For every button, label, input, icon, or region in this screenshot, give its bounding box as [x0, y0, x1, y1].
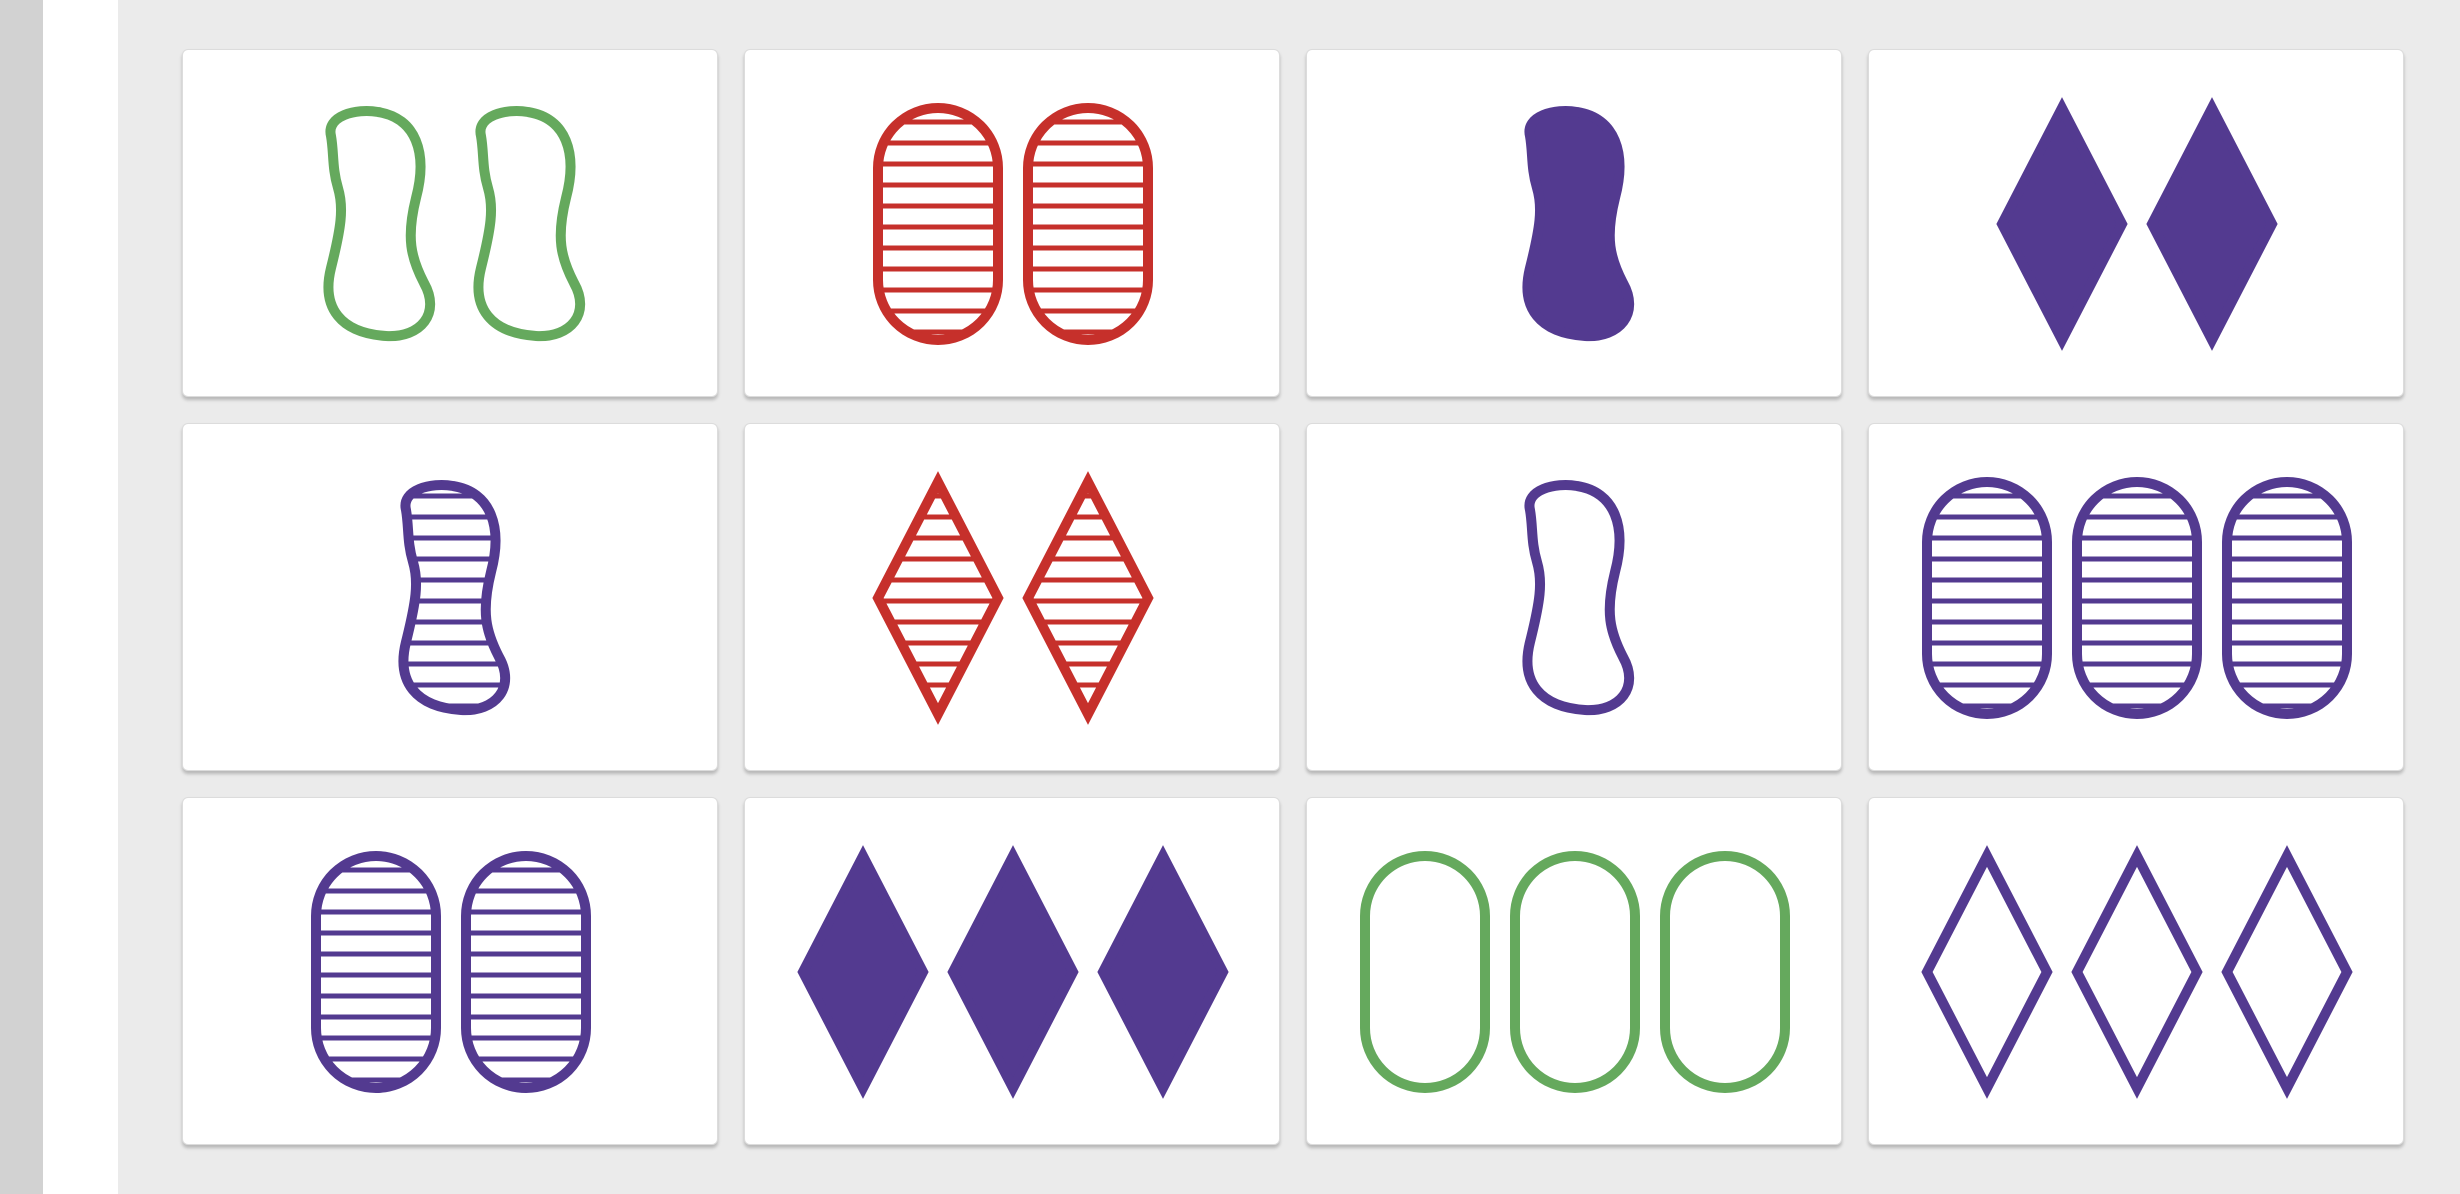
squiggle-shape: [1522, 106, 1635, 342]
diamond-shape: [1921, 845, 2053, 1099]
set-card[interactable]: [1868, 49, 2404, 397]
card-face: [1360, 851, 1790, 1093]
diamond-shape: [1097, 845, 1229, 1099]
set-card[interactable]: [744, 423, 1280, 771]
left-rail: [0, 0, 43, 1194]
oval-shape: [461, 851, 591, 1093]
squiggle-shape: [473, 106, 586, 342]
set-card[interactable]: [1306, 797, 1842, 1145]
set-card[interactable]: [1306, 423, 1842, 771]
set-card[interactable]: [1306, 49, 1842, 397]
card-face: [1522, 106, 1635, 342]
diamond-shape: [872, 471, 1004, 725]
set-card[interactable]: [744, 49, 1280, 397]
oval-shape: [1510, 851, 1640, 1093]
card-face: [311, 851, 591, 1093]
card-face: [323, 106, 586, 342]
diamond-shape: [797, 845, 929, 1099]
card-face: [398, 480, 511, 716]
squiggle-shape: [323, 106, 436, 342]
card-board: [182, 49, 2408, 1147]
diamond-shape: [1022, 471, 1154, 725]
set-card[interactable]: [1868, 797, 2404, 1145]
oval-shape: [1023, 103, 1153, 345]
oval-shape: [873, 103, 1003, 345]
set-card[interactable]: [182, 423, 718, 771]
card-face: [1996, 97, 2278, 351]
diamond-shape: [947, 845, 1079, 1099]
oval-shape: [311, 851, 441, 1093]
oval-shape: [2072, 477, 2202, 719]
set-card[interactable]: [744, 797, 1280, 1145]
left-gutter: [43, 0, 118, 1194]
squiggle-shape: [398, 480, 511, 716]
oval-shape: [1922, 477, 2052, 719]
oval-shape: [2222, 477, 2352, 719]
oval-shape: [1660, 851, 1790, 1093]
diamond-shape: [2071, 845, 2203, 1099]
set-card[interactable]: [1868, 423, 2404, 771]
card-face: [1921, 845, 2353, 1099]
diamond-shape: [2146, 97, 2278, 351]
diamond-shape: [1996, 97, 2128, 351]
card-face: [872, 471, 1154, 725]
oval-shape: [1360, 851, 1490, 1093]
squiggle-shape: [1522, 480, 1635, 716]
card-face: [1922, 477, 2352, 719]
card-face: [1522, 480, 1635, 716]
set-card[interactable]: [182, 797, 718, 1145]
card-face: [873, 103, 1153, 345]
card-face: [797, 845, 1229, 1099]
set-card[interactable]: [182, 49, 718, 397]
diamond-shape: [2221, 845, 2353, 1099]
